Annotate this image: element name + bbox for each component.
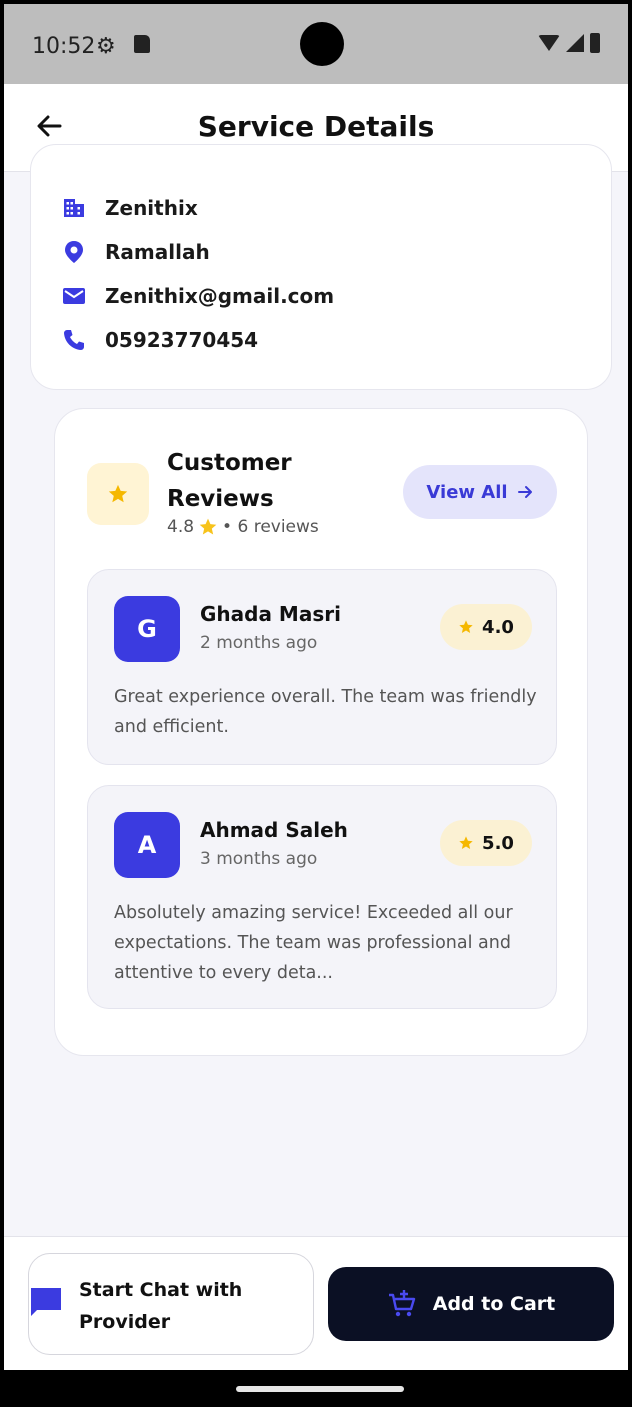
- mail-icon: [61, 283, 87, 309]
- wifi-icon: [538, 35, 560, 51]
- email-row[interactable]: Zenithix@gmail.com: [61, 283, 334, 309]
- rating-value: 5.0: [482, 832, 514, 854]
- star-icon: [459, 620, 473, 633]
- rating-badge: 5.0: [440, 820, 532, 866]
- home-gesture-handle[interactable]: [236, 1386, 404, 1392]
- app-screen: 10:52 ⚙ Service Details Zenithix Ramalla…: [4, 4, 628, 1407]
- review-time: 3 months ago: [200, 849, 318, 869]
- building-icon: [61, 195, 87, 221]
- sd-card-icon: [134, 35, 150, 53]
- avatar: A: [114, 812, 180, 878]
- chat-bubble-icon: [31, 1288, 61, 1316]
- reviewer-name: Ghada Masri: [200, 602, 341, 626]
- company-name: Zenithix: [105, 196, 198, 220]
- location-text: Ramallah: [105, 240, 210, 264]
- avatar: G: [114, 596, 180, 662]
- location-row: Ramallah: [61, 239, 210, 265]
- phone-text: 05923770454: [105, 328, 259, 352]
- company-row: Zenithix: [61, 195, 198, 221]
- reviews-summary: 4.8 • 6 reviews: [167, 517, 319, 537]
- add-to-cart-button[interactable]: Add to Cart: [328, 1267, 614, 1341]
- status-time: 10:52: [32, 34, 96, 59]
- view-all-label: View All: [426, 481, 508, 503]
- add-to-cart-label: Add to Cart: [432, 1293, 556, 1315]
- review-text: Great experience overall. The team was f…: [114, 687, 537, 737]
- view-all-button[interactable]: View All: [403, 465, 557, 519]
- star-icon: [459, 836, 473, 849]
- phone-row[interactable]: 05923770454: [61, 327, 258, 353]
- start-chat-button[interactable]: Start Chat with Provider: [28, 1253, 314, 1355]
- system-nav-bar: [4, 1370, 628, 1407]
- rating-badge: 4.0: [440, 604, 532, 650]
- bottom-action-bar: Start Chat with Provider Add to Cart: [4, 1236, 628, 1370]
- battery-icon: [590, 33, 600, 53]
- camera-cutout: [300, 22, 344, 66]
- status-indicators: [538, 33, 600, 53]
- customer-reviews-card: Customer Reviews 4.8 • 6 reviews View Al…: [54, 408, 588, 1056]
- email-text: Zenithix@gmail.com: [105, 284, 335, 308]
- add-cart-icon: [388, 1290, 415, 1317]
- reviews-star-badge: [87, 463, 149, 525]
- star-emoji-icon: [199, 518, 217, 535]
- phone-icon: [61, 327, 87, 353]
- star-icon: [108, 484, 128, 503]
- rating-value: 4.0: [482, 616, 514, 638]
- review-item[interactable]: A Ahmad Saleh 3 months ago 5.0 Absolutel…: [87, 785, 557, 1009]
- start-chat-label: Start Chat with Provider: [79, 1279, 243, 1333]
- settings-status-icon: ⚙: [96, 34, 116, 59]
- provider-info-card: Zenithix Ramallah Zenithix@gmail.com 059…: [30, 144, 612, 390]
- review-count: • 6 reviews: [222, 517, 319, 537]
- signal-icon: [566, 34, 584, 52]
- review-text: Absolutely amazing service! Exceeded all…: [114, 903, 513, 983]
- reviews-title: Customer Reviews: [167, 450, 292, 512]
- location-pin-icon: [61, 239, 87, 265]
- review-time: 2 months ago: [200, 633, 318, 653]
- review-item[interactable]: G Ghada Masri 2 months ago 4.0 Great exp…: [87, 569, 557, 765]
- arrow-right-icon: [517, 486, 532, 498]
- status-bar: 10:52 ⚙: [4, 4, 628, 84]
- reviewer-name: Ahmad Saleh: [200, 818, 348, 842]
- page-title: Service Details: [197, 110, 435, 143]
- average-rating: 4.8: [167, 517, 195, 537]
